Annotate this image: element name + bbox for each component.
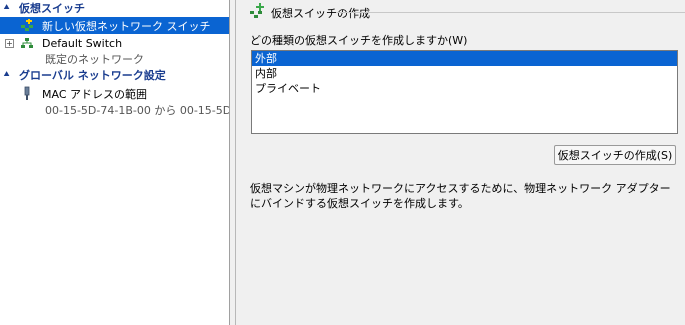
switch-details-panel: 仮想スイッチの作成 どの種類の仮想スイッチを作成しますか(W) 外部 内部 プラ… xyxy=(236,0,685,325)
tree-item-sublabel: 00-15-5D-74-1B-00 から 00-15-5D-... xyxy=(45,104,230,117)
tree-item-label: Default Switch xyxy=(42,37,123,50)
tree-item-label: 新しい仮想ネットワーク スイッチ xyxy=(42,19,211,33)
collapse-icon[interactable]: ⯅ xyxy=(3,3,13,13)
tree-item-label: MAC アドレスの範囲 xyxy=(42,87,147,101)
panel-title: 仮想スイッチの作成 xyxy=(271,7,370,20)
tree-item-sublabel: 既定のネットワーク xyxy=(45,53,144,66)
navigation-tree: ⯅ 仮想スイッチ 新しい仮想ネットワーク スイッチ + Default Swit… xyxy=(0,0,230,325)
switch-type-option-private[interactable]: プライベート xyxy=(252,81,677,96)
new-network-switch-icon xyxy=(21,19,33,31)
switch-type-label: どの種類の仮想スイッチを作成しますか(W) xyxy=(250,34,468,47)
switch-type-option-external[interactable]: 外部 xyxy=(252,51,677,66)
switch-type-list[interactable]: 外部 内部 プライベート xyxy=(251,50,678,134)
switch-type-option-internal[interactable]: 内部 xyxy=(252,66,677,81)
network-switch-icon xyxy=(21,38,33,48)
create-switch-icon xyxy=(250,3,264,18)
tree-item-mac-range[interactable]: MAC アドレスの範囲 xyxy=(0,85,229,102)
section-global-network-settings[interactable]: ⯅ グローバル ネットワーク設定 xyxy=(0,67,229,83)
network-adapter-icon xyxy=(24,86,30,100)
create-virtual-switch-button[interactable]: 仮想スイッチの作成(S) xyxy=(554,145,676,165)
switch-type-description: 仮想マシンが物理ネットワークにアクセスするために、物理ネットワーク アダプターに… xyxy=(250,182,671,210)
section-label: 仮想スイッチ xyxy=(19,2,85,15)
collapse-icon[interactable]: ⯅ xyxy=(3,70,13,80)
tree-item-default-switch[interactable]: Default Switch xyxy=(0,35,229,52)
section-virtual-switches[interactable]: ⯅ 仮想スイッチ xyxy=(0,0,229,16)
section-label: グローバル ネットワーク設定 xyxy=(19,69,166,82)
title-divider xyxy=(336,12,685,13)
tree-item-new-switch[interactable]: 新しい仮想ネットワーク スイッチ xyxy=(0,17,229,34)
